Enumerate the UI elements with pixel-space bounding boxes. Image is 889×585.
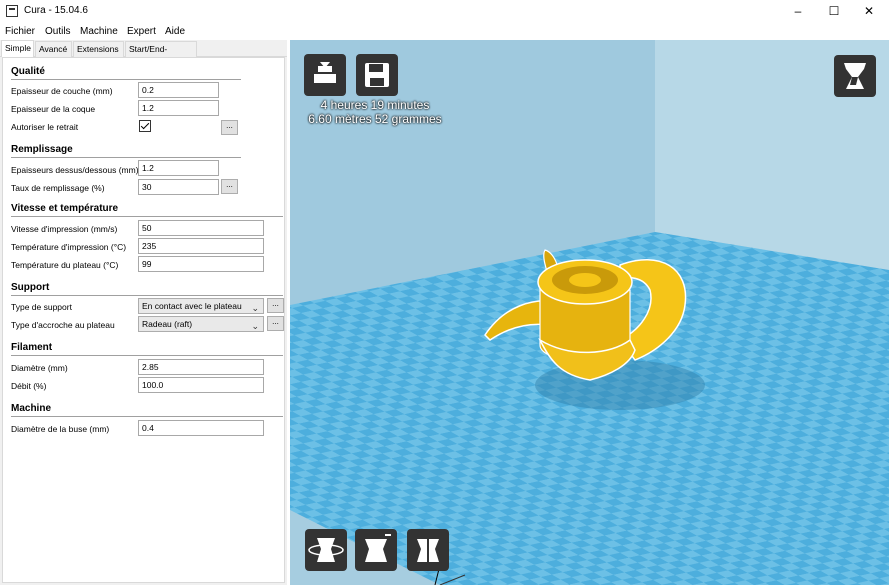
adhesion-options-button[interactable]: ... — [267, 316, 284, 331]
menu-fichier[interactable]: Fichier — [5, 26, 35, 37]
chevron-down-icon: ⌄ — [251, 321, 259, 331]
settings-form: Qualité Epaisseur de couche (mm) 0.2 Epa… — [2, 57, 285, 583]
section-divider — [11, 79, 241, 80]
app-icon — [6, 5, 18, 17]
flow-field[interactable]: 100.0 — [138, 377, 264, 393]
section-title-quality: Qualité — [11, 66, 45, 77]
print-speed-label: Vitesse d'impression (mm/s) — [11, 224, 118, 234]
bed-temperature-label: Température du plateau (°C) — [11, 260, 119, 270]
section-title-support: Support — [11, 282, 50, 293]
menu-machine[interactable]: Machine — [80, 26, 118, 37]
bed-temperature-field[interactable]: 99 — [138, 256, 264, 272]
close-button[interactable]: ✕ — [849, 2, 889, 20]
section-divider — [11, 355, 283, 356]
print-temperature-field[interactable]: 235 — [138, 238, 264, 254]
adhesion-type-label: Type d'accroche au plateau — [11, 320, 115, 330]
rotate-button[interactable] — [305, 529, 347, 571]
retraction-checkbox[interactable] — [139, 120, 151, 132]
retraction-options-button[interactable]: ... — [221, 120, 238, 135]
section-divider — [11, 416, 283, 417]
menu-bar: Fichier Outils Machine Expert Aide — [0, 22, 889, 40]
settings-panel: Simple Avancé Extensions Start/End-GCode… — [0, 40, 287, 585]
support-type-select[interactable]: En contact avec le plateau ⌄ — [138, 298, 264, 314]
adhesion-type-value: Radeau (raft) — [142, 319, 193, 329]
support-type-label: Type de support — [11, 302, 72, 312]
scale-button[interactable] — [355, 529, 397, 571]
section-title-fill: Remplissage — [11, 144, 73, 155]
section-divider — [11, 157, 241, 158]
load-model-button[interactable] — [304, 54, 346, 96]
shell-thickness-label: Epaisseur de la coque — [11, 104, 96, 114]
fill-density-label: Taux de remplissage (%) — [11, 183, 105, 193]
settings-tabs: Simple Avancé Extensions Start/End-GCode — [0, 40, 287, 69]
mirror-icon — [417, 534, 439, 567]
support-options-button[interactable]: ... — [267, 298, 284, 313]
menu-aide[interactable]: Aide — [165, 26, 185, 37]
chevron-down-icon: ⌄ — [251, 303, 259, 313]
print-speed-field[interactable]: 50 — [138, 220, 264, 236]
menu-expert[interactable]: Expert — [127, 26, 156, 37]
window-title: Cura - 15.04.6 — [24, 5, 88, 16]
section-title-speed: Vitesse et température — [11, 203, 119, 214]
title-bar: Cura - 15.04.6 – ☐ ✕ — [0, 0, 889, 22]
mirror-button[interactable] — [407, 529, 449, 571]
tab-avance[interactable]: Avancé — [35, 41, 72, 57]
nozzle-size-label: Diamètre de la buse (mm) — [11, 424, 110, 434]
material-usage-text: 6.60 mètres 52 grammes — [308, 112, 442, 126]
print-estimate: 4 heures 19 minutes 6.60 mètres 52 gramm… — [290, 98, 460, 126]
retraction-label: Autoriser le retrait — [11, 122, 79, 132]
save-toolpath-button[interactable] — [356, 54, 398, 96]
maximize-button[interactable]: ☐ — [814, 2, 854, 20]
adhesion-type-select[interactable]: Radeau (raft) ⌄ — [138, 316, 264, 332]
top-bottom-thickness-label: Epaisseurs dessus/dessous (mm) — [11, 165, 139, 175]
fill-density-field[interactable]: 30 — [138, 179, 219, 195]
menu-outils[interactable]: Outils — [45, 26, 71, 37]
section-divider — [11, 216, 283, 217]
flow-label: Débit (%) — [11, 381, 47, 391]
view-mode-button[interactable] — [834, 55, 876, 97]
view-mode-icon — [844, 63, 866, 89]
3d-viewport[interactable]: 4 heures 19 minutes 6.60 mètres 52 gramm… — [290, 40, 889, 585]
shell-thickness-field[interactable]: 1.2 — [138, 100, 219, 116]
nozzle-size-field[interactable]: 0.4 — [138, 420, 264, 436]
print-time-text: 4 heures 19 minutes — [320, 98, 430, 112]
scale-icon — [365, 534, 391, 562]
load-icon — [314, 62, 336, 83]
section-title-filament: Filament — [11, 342, 53, 353]
top-bottom-thickness-field[interactable]: 1.2 — [138, 160, 219, 176]
section-divider — [11, 295, 283, 296]
save-icon — [365, 63, 389, 87]
filament-diameter-field[interactable]: 2.85 — [138, 359, 264, 375]
tab-extensions[interactable]: Extensions — [73, 41, 124, 57]
section-title-machine: Machine — [11, 403, 52, 414]
print-temperature-label: Température d'impression (°C) — [11, 242, 127, 252]
fill-options-button[interactable]: ... — [221, 179, 238, 194]
rotate-icon — [308, 538, 344, 562]
tab-start-end-gcode[interactable]: Start/End-GCode — [125, 41, 197, 69]
minimize-button[interactable]: – — [778, 2, 818, 20]
layer-height-label: Epaisseur de couche (mm) — [11, 86, 113, 96]
support-type-value: En contact avec le plateau — [142, 301, 242, 311]
tab-simple[interactable]: Simple — [1, 40, 34, 57]
layer-height-field[interactable]: 0.2 — [138, 82, 219, 98]
filament-diameter-label: Diamètre (mm) — [11, 363, 68, 373]
